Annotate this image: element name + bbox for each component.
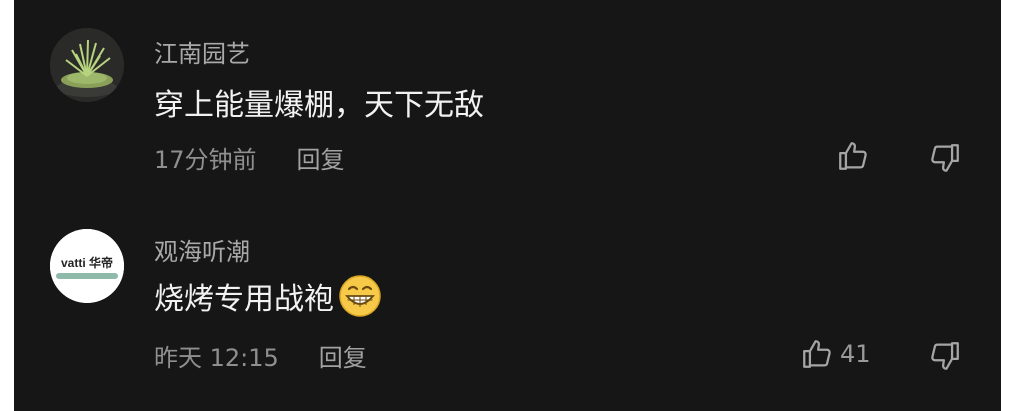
avatar-logo-text: vatti 华帝 [61, 255, 113, 270]
comment-text-body: 穿上能量爆棚，天下无敌 [154, 88, 484, 123]
thumbs-down-icon [931, 342, 959, 370]
comment-meta: 昨天 12:15 回复 [154, 338, 367, 373]
thumbs-up-icon [803, 340, 831, 368]
comment-item: vatti 华帝 观海听潮 烧烤专用战袍 昨天 12:15 回复 41 [14, 200, 1001, 411]
thumbs-up-icon [839, 142, 867, 170]
vatti-logo-icon: vatti 华帝 [50, 229, 124, 303]
comment-text: 穿上能量爆棚，天下无敌 [154, 80, 484, 124]
like-count: 41 [840, 340, 871, 368]
reply-button[interactable]: 回复 [319, 338, 367, 373]
grinning-face-emoji-icon [339, 275, 381, 317]
like-button[interactable]: 41 [800, 337, 871, 371]
reply-button[interactable]: 回复 [297, 140, 345, 175]
comment-item: 江南园艺 穿上能量爆棚，天下无敌 17分钟前 回复 [14, 0, 1001, 200]
comment-text-body: 烧烤专用战袍 [154, 282, 334, 317]
timestamp: 17分钟前 [154, 146, 257, 174]
comment-meta: 17分钟前 回复 [154, 140, 345, 175]
like-button[interactable] [836, 139, 876, 173]
dislike-button[interactable] [928, 141, 962, 175]
username[interactable]: 观海听潮 [154, 232, 250, 267]
comment-list: 江南园艺 穿上能量爆棚，天下无敌 17分钟前 回复 vatti 华帝 观海听潮 … [14, 0, 1001, 411]
timestamp: 昨天 12:15 [154, 344, 279, 372]
avatar[interactable]: vatti 华帝 [50, 229, 124, 303]
comment-text: 烧烤专用战袍 [154, 274, 382, 318]
dislike-button[interactable] [928, 339, 962, 373]
thumbs-down-icon [931, 144, 959, 172]
avatar[interactable] [50, 28, 124, 102]
bonsai-plant-icon [50, 28, 124, 102]
username[interactable]: 江南园艺 [154, 34, 250, 69]
